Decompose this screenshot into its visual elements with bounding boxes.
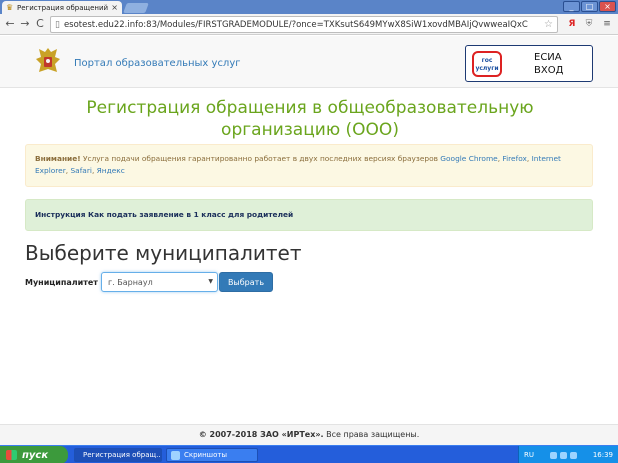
- tray-icon[interactable]: [549, 451, 557, 459]
- minimize-button[interactable]: _: [563, 1, 580, 12]
- instruction-link[interactable]: Инструкция Как подать заявление в 1 клас…: [35, 210, 293, 219]
- taskbar-item-browser[interactable]: Регистрация обращ...: [74, 448, 162, 462]
- warning-text: Услуга подачи обращения гарантированно р…: [80, 154, 441, 163]
- menu-icon[interactable]: ≡: [600, 17, 614, 31]
- municipality-selected-value: г. Барнаул: [107, 277, 153, 287]
- system-tray: RU 16:39: [518, 446, 618, 463]
- portal-title[interactable]: Портал образовательных услуг: [74, 58, 241, 69]
- copyright-bold: © 2007-2018 ЗАО «ИРТех».: [198, 430, 324, 439]
- close-window-button[interactable]: ×: [599, 1, 616, 12]
- page-title: Регистрация обращения в общеобразователь…: [86, 98, 534, 140]
- site-favicon-icon: ♛: [6, 3, 14, 12]
- yandex-extension-icon[interactable]: Я: [565, 17, 579, 31]
- back-arrow-icon[interactable]: ←: [3, 17, 17, 31]
- chrome-link[interactable]: Google Chrome: [440, 154, 497, 163]
- esia-line2: ВХОД: [534, 65, 564, 76]
- browser-tab[interactable]: ♛ Регистрация обращений в ×: [2, 1, 122, 14]
- shield-extension-icon[interactable]: ⛨: [582, 17, 596, 31]
- copyright-rest: Все права защищены.: [323, 430, 420, 439]
- url-text[interactable]: esotest.edu22.info:83/Modules/FIRSTGRADE…: [64, 20, 544, 30]
- taskbar-item-screenshots[interactable]: Скриншоты: [166, 448, 258, 462]
- esia-login-button[interactable]: гос услуги ЕСИА ВХОД: [465, 45, 593, 82]
- new-tab-button[interactable]: [123, 3, 149, 13]
- taskbar-item-label: Скриншоты: [184, 451, 227, 459]
- tab-close-icon[interactable]: ×: [111, 3, 118, 12]
- clock: 16:39: [592, 451, 613, 459]
- language-indicator[interactable]: RU: [524, 451, 534, 459]
- safari-link[interactable]: Safari: [70, 166, 91, 175]
- page-icon: ▯: [55, 19, 60, 30]
- reload-icon[interactable]: C: [33, 17, 47, 31]
- esia-line1: ЕСИА: [534, 52, 562, 63]
- bookmark-star-icon[interactable]: ☆: [544, 19, 553, 30]
- window-controls: _ □ ×: [563, 1, 616, 12]
- municipality-select[interactable]: г. Барнаул ▼: [100, 272, 218, 292]
- forward-arrow-icon[interactable]: →: [18, 17, 32, 31]
- browser-toolbar: ← → C ▯ esotest.edu22.info:83/Modules/FI…: [0, 14, 618, 35]
- firefox-link[interactable]: Firefox: [502, 154, 526, 163]
- site-header: Портал образовательных услуг гос услуги …: [0, 36, 618, 88]
- yandex-link[interactable]: Яндекс: [97, 166, 125, 175]
- municipality-label: Муниципалитет: [25, 277, 98, 287]
- folder-icon: [171, 450, 180, 460]
- municipality-form: Муниципалитет г. Барнаул ▼ Выбрать: [25, 272, 274, 292]
- tray-icons: [549, 451, 577, 459]
- warning-strong: Внимание!: [35, 154, 81, 163]
- tray-icon[interactable]: [569, 451, 577, 459]
- chevron-down-icon: ▼: [208, 278, 213, 285]
- page-footer: © 2007-2018 ЗАО «ИРТех». Все права защищ…: [0, 424, 618, 445]
- windows-flag-icon: [6, 450, 17, 460]
- start-label: пуск: [22, 449, 49, 461]
- maximize-button[interactable]: □: [581, 1, 598, 12]
- select-button[interactable]: Выбрать: [218, 272, 274, 292]
- windows-taskbar: пуск Регистрация обращ... Скриншоты RU 1…: [0, 445, 618, 463]
- esia-login-label: ЕСИА ВХОД: [534, 51, 563, 77]
- address-bar[interactable]: ▯ esotest.edu22.info:83/Modules/FIRSTGRA…: [50, 16, 558, 33]
- section-title: Выберите муниципалитет: [25, 241, 302, 265]
- gosuslugi-logo-icon: гос услуги: [472, 51, 502, 77]
- browser-tab-bar: ♛ Регистрация обращений в × _ □ ×: [0, 0, 618, 14]
- tab-title: Регистрация обращений в: [17, 3, 110, 12]
- browser-warning-alert: Внимание! Услуга подачи обращения гарант…: [25, 144, 593, 187]
- coat-of-arms-icon: [36, 48, 60, 72]
- instruction-alert: Инструкция Как подать заявление в 1 клас…: [25, 199, 593, 231]
- tray-icon[interactable]: [559, 451, 567, 459]
- start-button[interactable]: пуск: [0, 446, 68, 463]
- taskbar-item-label: Регистрация обращ...: [83, 451, 162, 459]
